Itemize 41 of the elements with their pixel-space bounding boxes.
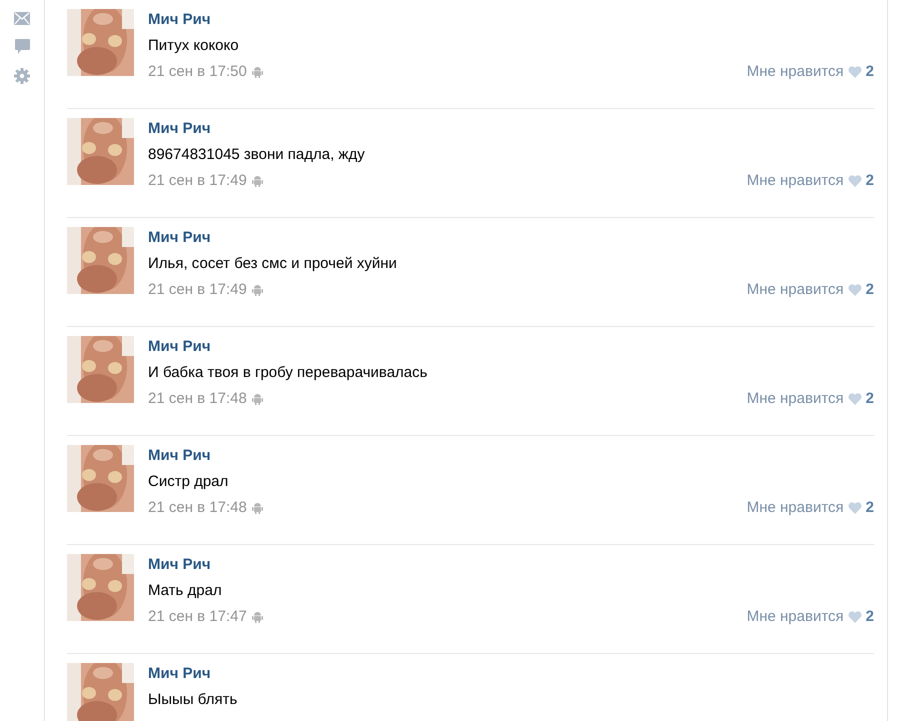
comment-time[interactable]: 21 сен в 17:47 <box>148 608 247 625</box>
comment-text: Илья, сосет без смс и прочей хуйни <box>148 255 397 272</box>
like-button[interactable]: Мне нравится 2 <box>746 390 874 407</box>
like-button[interactable]: Мне нравится 2 <box>746 172 874 189</box>
android-icon <box>252 392 263 404</box>
comment-text: И бабка твоя в гробу переварачивалась <box>148 364 428 381</box>
comment-time[interactable]: 21 сен в 17:48 <box>148 390 247 407</box>
comment-time[interactable]: 21 сен в 17:48 <box>148 499 247 516</box>
author-name[interactable]: Мич Рич <box>148 338 211 355</box>
author-name[interactable]: Мич Рич <box>148 229 211 246</box>
heart-icon <box>848 174 862 186</box>
heart-icon <box>848 392 862 404</box>
android-icon <box>252 66 263 78</box>
comment-time[interactable]: 21 сен в 17:50 <box>148 63 247 80</box>
heart-icon <box>848 502 862 514</box>
mail-icon[interactable] <box>14 12 30 25</box>
comment-text: 89674831045 звони падла, жду <box>148 146 365 163</box>
heart-icon <box>848 284 862 296</box>
comment-text: Систр драл <box>148 473 228 490</box>
like-button[interactable]: Мне нравится 2 <box>746 281 874 298</box>
comment-text: Ыыыы блять <box>148 691 238 708</box>
comment-time[interactable]: 21 сен в 17:49 <box>148 281 247 298</box>
like-button[interactable]: Мне нравится 2 <box>746 63 874 80</box>
like-button[interactable]: Мне нравится 2 <box>746 608 874 625</box>
author-name[interactable]: Мич Рич <box>148 120 211 137</box>
android-icon <box>252 284 263 296</box>
author-name[interactable]: Мич Рич <box>148 447 211 464</box>
comment-text: Мать драл <box>148 582 222 599</box>
android-icon <box>252 502 263 514</box>
comment-time[interactable]: 21 сен в 17:49 <box>148 172 247 189</box>
heart-icon <box>848 610 862 622</box>
comment-text: Питух кококо <box>148 37 239 54</box>
heart-icon <box>848 66 862 78</box>
author-name[interactable]: Мич Рич <box>148 11 211 28</box>
settings-icon[interactable] <box>14 68 30 84</box>
android-icon <box>252 174 263 186</box>
chat-icon[interactable] <box>14 39 30 54</box>
android-icon <box>252 610 263 622</box>
author-name[interactable]: Мич Рич <box>148 556 211 573</box>
author-name[interactable]: Мич Рич <box>148 665 211 682</box>
like-button[interactable]: Мне нравится 2 <box>746 499 874 516</box>
